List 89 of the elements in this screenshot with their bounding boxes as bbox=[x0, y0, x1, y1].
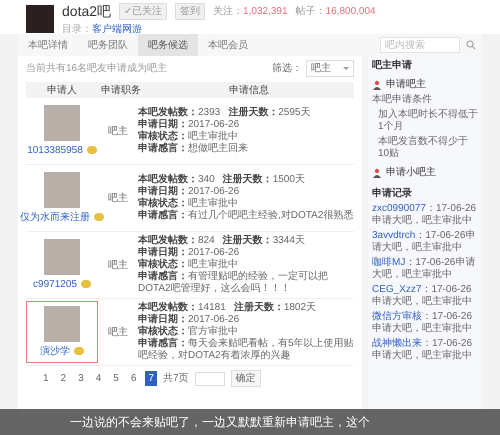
category-label: 目录： bbox=[62, 22, 92, 36]
filter-dropdown[interactable]: 吧主 bbox=[306, 60, 354, 77]
apply-date-text: 申请日期：2017-06-26 bbox=[138, 314, 240, 325]
review-status-text: 审核状态：官方审批中 bbox=[138, 326, 239, 337]
username-link[interactable]: 演沙学 bbox=[40, 344, 70, 358]
post-count-text: 本吧发帖数：824 bbox=[138, 235, 215, 246]
record-text: 咖啡MJ：17-06-26申请大吧，吧主审批中 bbox=[372, 257, 476, 281]
post-count-text: 本吧发帖数：2393 bbox=[138, 107, 220, 118]
tab[interactable]: 本吧会员 bbox=[198, 34, 258, 56]
page-link[interactable]: 6 bbox=[128, 371, 140, 386]
column-header: 申请信息 bbox=[228, 84, 270, 98]
level-badge-icon bbox=[86, 146, 97, 154]
go-button[interactable]: 确定 bbox=[230, 370, 260, 387]
members-label: 关注： bbox=[213, 4, 244, 18]
apply-date-text: 申请日期：2017-06-26 bbox=[138, 119, 240, 130]
post-count-text: 本吧发帖数：340 bbox=[138, 174, 215, 186]
page-link[interactable]: 1 bbox=[40, 371, 52, 386]
record-user-link[interactable]: 战神懒出来 bbox=[372, 338, 422, 349]
filter-label: 筛选： bbox=[272, 62, 302, 76]
forum-logo bbox=[26, 4, 54, 32]
column-header: 申请人 bbox=[46, 84, 78, 98]
record-text: zxc0990077：17-06-26申请大吧，吧主审批中 bbox=[372, 203, 477, 227]
avatar-placeholder bbox=[44, 172, 80, 208]
register-days-text: 注册天数：1500天 bbox=[222, 174, 305, 186]
apply-note-text: 申请感言：想做吧主回来 bbox=[138, 143, 249, 155]
avatar-placeholder bbox=[44, 238, 80, 274]
level-badge-icon bbox=[94, 213, 104, 221]
page-total: 共7页 bbox=[162, 372, 188, 386]
record-text: CEG_Xzz7：17-06-26申请大吧，吧主审批中 bbox=[372, 284, 473, 308]
register-days-text: 注册天数：2595天 bbox=[228, 107, 310, 119]
page-link[interactable]: 4 bbox=[92, 371, 104, 386]
review-status-text: 审核状态：吧主审批中 bbox=[138, 198, 239, 209]
register-days-text: 注册天数：3344天 bbox=[222, 235, 305, 247]
apply-note-text: 申请感言：有过几个吧吧主经验,对DOTA2很熟悉 bbox=[138, 210, 354, 222]
record-user-link[interactable]: 咖啡MJ bbox=[372, 257, 406, 268]
records-title: 申请记录 bbox=[372, 188, 413, 200]
username-link[interactable]: 1013385958 bbox=[27, 142, 83, 158]
condition-text: 本吧发言数不得少于10贴 bbox=[377, 136, 469, 160]
page-link[interactable]: 2 bbox=[58, 371, 70, 386]
posts-count: 16,800,004 bbox=[326, 4, 376, 18]
caption-text: 一边说的不会来贴吧了，一边又默默重新申请吧主，这个 bbox=[70, 414, 370, 431]
level-badge-icon bbox=[80, 280, 91, 288]
tab[interactable]: 本吧详情 bbox=[18, 34, 78, 56]
level-badge-icon bbox=[74, 347, 84, 355]
conditions-title: 本吧申请条件 bbox=[372, 94, 433, 106]
review-status-text: 审核状态：吧主审批中 bbox=[138, 131, 239, 142]
record-user-link[interactable]: 微信方审核 bbox=[372, 311, 422, 322]
sidebar-title: 吧主申请 bbox=[372, 60, 413, 72]
record-user-link[interactable]: CEG_Xzz7 bbox=[372, 284, 422, 295]
apply-note-text: 申请感言：有管理贴吧的经验，一定可以把DOTA2吧管理好，这么会吗！！！ bbox=[138, 271, 329, 295]
apply-link[interactable]: 申请吧主 bbox=[386, 79, 426, 91]
tab[interactable]: 吧务候选 bbox=[138, 34, 198, 56]
avatar-placeholder bbox=[44, 104, 80, 140]
search-icon[interactable] bbox=[466, 40, 476, 50]
search-field[interactable]: 吧内搜索 bbox=[380, 37, 460, 53]
record-user-link[interactable]: zxc0990077 bbox=[372, 203, 426, 214]
caret-icon bbox=[343, 67, 349, 70]
page-link[interactable]: 5 bbox=[110, 371, 122, 386]
username-link[interactable]: c9971205 bbox=[33, 276, 77, 292]
record-text: 微信方审核：17-06-26申请大吧，吧主审批中 bbox=[372, 311, 474, 335]
review-status-text: 审核状态：吧主审批中 bbox=[138, 259, 239, 270]
register-days-text: 注册天数：1802天 bbox=[234, 302, 316, 314]
record-text: 3avvdtrch：17-06-26申请大吧，吧主审批中 bbox=[372, 230, 476, 254]
post-count-text: 本吧发帖数：14181 bbox=[138, 302, 226, 314]
apply-note-text: 申请感言：每天会来贴吧看帖，有5年以上使用贴吧经验，对DOTA2有着浓厚的兴趣 bbox=[138, 338, 354, 362]
apply-small-link[interactable]: 申请小吧主 bbox=[386, 167, 436, 179]
posts-label: 帖子： bbox=[296, 4, 326, 18]
username-link[interactable]: 仅为水而来注册 bbox=[20, 210, 90, 224]
tab[interactable]: 吧务团队 bbox=[78, 34, 138, 56]
record-text: 战神懒出来：17-06-26申请大吧，吧主审批中 bbox=[372, 338, 474, 362]
column-header: 申请职务 bbox=[100, 84, 142, 98]
person-icon bbox=[372, 80, 382, 90]
forum-name: dota2吧 bbox=[62, 2, 112, 20]
avatar-placeholder bbox=[44, 306, 80, 342]
apply-date-text: 申请日期：2017-06-26 bbox=[138, 247, 240, 258]
role-text: 吧主 bbox=[107, 258, 129, 272]
record-user-link[interactable]: 3avvdtrch bbox=[372, 230, 416, 241]
summary-text: 当前共有16名吧友申请成为吧主 bbox=[26, 62, 168, 76]
members-count: 1,032,391 bbox=[243, 4, 288, 18]
category-link[interactable]: 客户端网游 bbox=[92, 22, 142, 36]
person-icon bbox=[372, 168, 382, 178]
condition-text: 加入本吧时长不得低于1个月 bbox=[377, 109, 478, 133]
role-text: 吧主 bbox=[107, 124, 129, 138]
role-text: 吧主 bbox=[107, 326, 129, 340]
role-text: 吧主 bbox=[107, 192, 129, 206]
page-link[interactable]: 3 bbox=[75, 371, 87, 386]
apply-date-text: 申请日期：2017-06-26 bbox=[138, 186, 240, 197]
page-link[interactable]: 7 bbox=[145, 371, 157, 386]
page-input[interactable] bbox=[194, 372, 224, 386]
